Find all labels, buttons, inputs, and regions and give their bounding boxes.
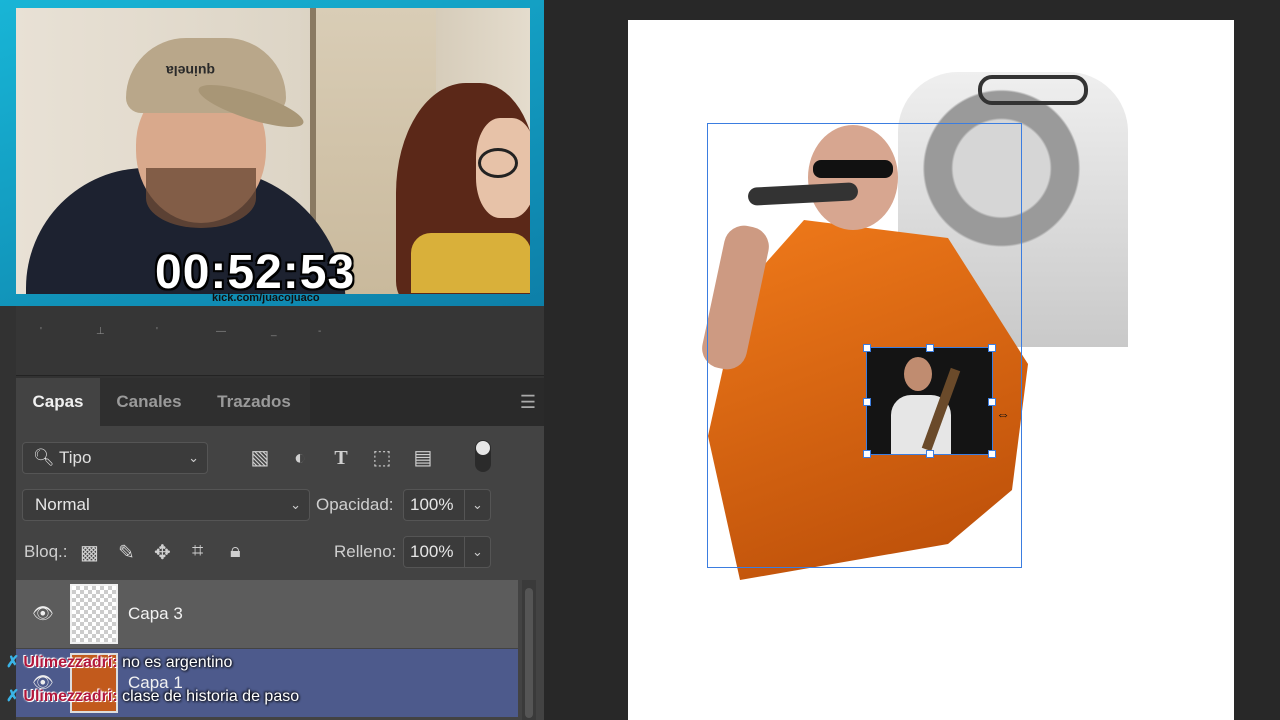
chat-badge-icon: ✗	[6, 654, 20, 671]
lock-move-icon[interactable]: ✥	[154, 540, 171, 565]
image-filter-icon[interactable]: ▧	[248, 446, 272, 470]
panel-menu-icon[interactable]: ☰	[520, 392, 536, 413]
cohost-glasses	[478, 148, 518, 178]
tab-capas[interactable]: Capas	[16, 378, 100, 426]
tab-trazados[interactable]: Trazados	[198, 378, 310, 426]
chat-badge-icon: ✗	[6, 688, 20, 705]
chat-username: Ulimezzadri:	[23, 654, 118, 671]
opacity-field[interactable]: 100% ⌄	[403, 489, 491, 521]
chevron-down-icon: ⌄	[188, 450, 199, 465]
chat-text: clase de historia de paso	[122, 688, 300, 705]
blend-mode-select[interactable]: Normal ⌄	[22, 489, 310, 521]
layers-scrollbar[interactable]	[522, 580, 536, 720]
chat-overlay: ✗ Ulimezzadri: no es argentino ✗ Ulimezzad…	[6, 652, 299, 720]
chat-username: Ulimezzadri:	[23, 688, 118, 705]
canvas-workspace[interactable]: ⇔	[544, 0, 1280, 720]
fill-label: Relleno:	[334, 542, 397, 561]
transform-handle[interactable]	[863, 398, 871, 406]
streamer-beard	[146, 168, 256, 228]
chat-message: ✗ Ulimezzadri: clase de historia de paso	[6, 686, 299, 720]
opacity-value: 100%	[410, 495, 454, 514]
properties-strip: ' ⊥ ' — _ -	[16, 306, 544, 376]
tick: _	[271, 326, 277, 337]
lock-all-icon[interactable]: 🔒︎	[230, 540, 241, 563]
layer-filter-select[interactable]: 🔍︎ Tipo ⌄	[22, 442, 208, 474]
smart-object-filter-icon[interactable]: ▤	[411, 446, 435, 470]
tick: ⊥	[96, 326, 105, 337]
chat-message: ✗ Ulimezzadri: no es argentino	[6, 652, 299, 686]
webcam-overlay: quinela 00:52:53 kick.com/juacojuaco	[0, 0, 544, 306]
resize-cursor-icon: ⇔	[996, 406, 1010, 422]
bw-singer-glasses	[978, 75, 1088, 105]
lock-artboard-icon[interactable]: ⌗	[192, 540, 203, 563]
chevron-down-icon[interactable]: ⌄	[464, 490, 490, 520]
transform-handle[interactable]	[863, 450, 871, 458]
tab-canales[interactable]: Canales	[100, 378, 198, 426]
opacity-label: Opacidad:	[316, 495, 394, 514]
tick: —	[216, 326, 226, 337]
lock-transparent-icon[interactable]: ▩	[80, 540, 99, 565]
lock-label: Bloq.:	[24, 542, 68, 561]
search-icon: 🔍︎	[33, 448, 55, 467]
layer-row[interactable]: 👁︎ Capa 3	[16, 580, 518, 648]
scrollbar-thumb[interactable]	[525, 588, 533, 718]
document-canvas[interactable]: ⇔	[628, 20, 1234, 720]
tick: '	[156, 326, 158, 337]
transform-box[interactable]	[863, 344, 996, 458]
filter-toggle[interactable]	[475, 440, 491, 472]
shape-filter-icon[interactable]: ⬚	[370, 446, 394, 470]
transform-handle[interactable]	[926, 450, 934, 458]
chat-text: no es argentino	[122, 654, 233, 671]
transform-handle[interactable]	[988, 398, 996, 406]
lock-paint-icon[interactable]: ✎	[118, 540, 135, 565]
screen: { "webcam": { "timer": "00:52:53", "kick…	[0, 0, 1280, 720]
cap-logo-text: quinela	[166, 63, 216, 79]
kick-url: kick.com/juacojuaco	[212, 292, 320, 304]
transform-handle[interactable]	[988, 450, 996, 458]
layer-name[interactable]: Capa 3	[128, 604, 183, 624]
tick: -	[318, 326, 322, 337]
transform-handle[interactable]	[926, 344, 934, 352]
type-filter-icon[interactable]: T	[329, 446, 353, 470]
cohost-top	[411, 233, 530, 293]
tick: '	[40, 326, 42, 337]
filter-label: Tipo	[59, 448, 92, 467]
fill-value: 100%	[410, 542, 454, 561]
adjustment-filter-icon[interactable]: ◐	[288, 446, 312, 470]
transform-handle[interactable]	[863, 344, 871, 352]
transform-handle[interactable]	[988, 344, 996, 352]
chevron-down-icon: ⌄	[290, 497, 301, 512]
blend-mode-value: Normal	[35, 495, 90, 514]
eye-icon[interactable]: 👁︎	[32, 604, 54, 624]
layer-thumbnail	[70, 584, 118, 644]
fill-field[interactable]: 100% ⌄	[403, 536, 491, 568]
chevron-down-icon[interactable]: ⌄	[464, 537, 490, 567]
panel-tabs: Capas Canales Trazados ☰	[16, 378, 544, 426]
